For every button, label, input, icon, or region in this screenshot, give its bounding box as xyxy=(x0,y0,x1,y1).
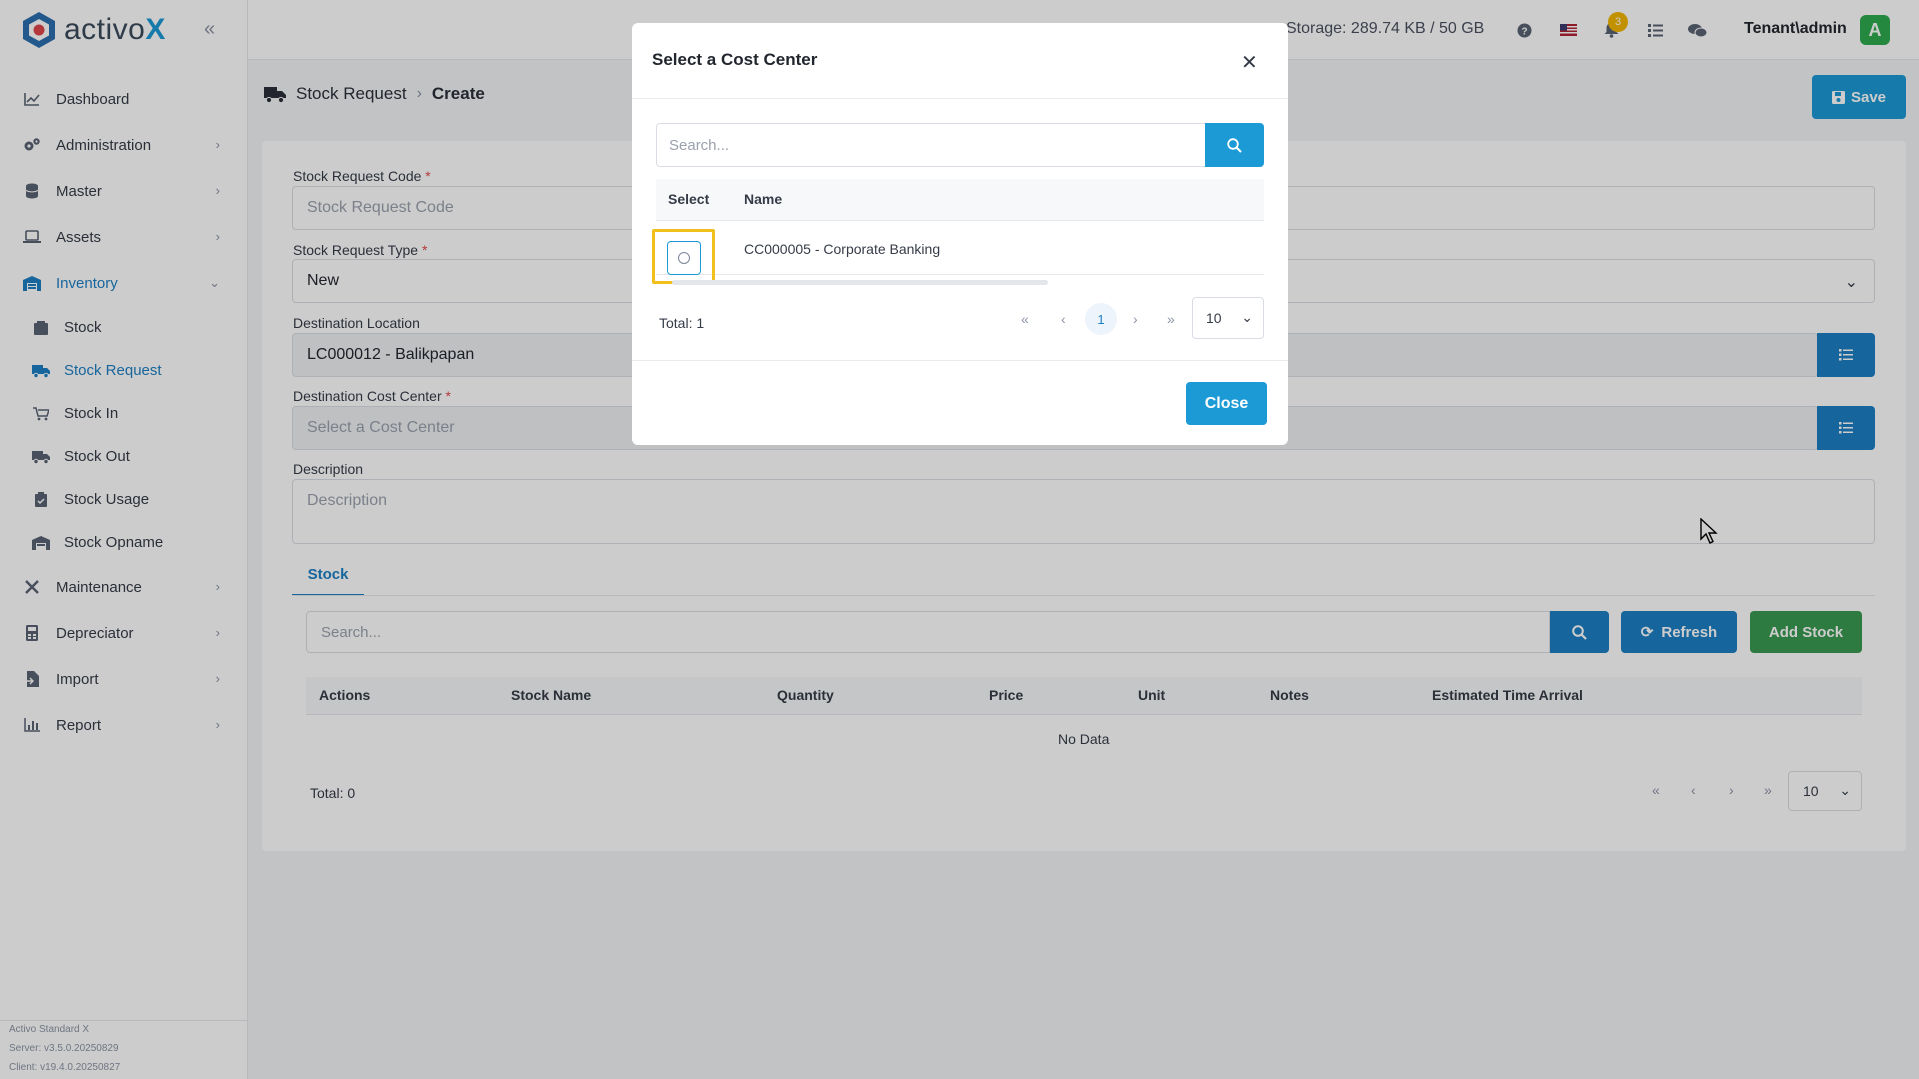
select-radio-button[interactable] xyxy=(667,241,701,275)
radio-dot-icon xyxy=(678,252,690,264)
first-page-icon[interactable]: « xyxy=(1021,311,1029,327)
column-header: Select xyxy=(668,191,710,207)
modal-total-count: Total: 1 xyxy=(659,315,705,331)
cost-center-name: CC000005 - Corporate Banking xyxy=(744,241,941,257)
search-icon xyxy=(1227,137,1242,153)
modal-page-size-select[interactable]: 10 ⌄ xyxy=(1192,297,1264,339)
divider xyxy=(632,98,1288,99)
chevron-down-icon: ⌄ xyxy=(1241,309,1253,325)
modal-table-header: Select Name xyxy=(656,179,1264,221)
column-header[interactable]: Name xyxy=(744,191,782,207)
page-number-button[interactable]: 1 xyxy=(1085,303,1117,335)
modal-search-input[interactable]: Search... xyxy=(656,123,1206,167)
close-icon[interactable]: ✕ xyxy=(1241,50,1258,75)
last-page-icon[interactable]: » xyxy=(1167,311,1175,327)
cost-center-modal: Select a Cost Center ✕ Search... Select … xyxy=(632,23,1288,445)
horizontal-scrollbar[interactable] xyxy=(672,280,1048,285)
next-page-icon[interactable]: › xyxy=(1133,311,1138,327)
modal-title: Select a Cost Center xyxy=(652,50,818,69)
close-button[interactable]: Close xyxy=(1186,382,1267,425)
prev-page-icon[interactable]: ‹ xyxy=(1061,311,1066,327)
divider xyxy=(632,360,1288,361)
modal-search-button[interactable] xyxy=(1205,123,1264,167)
